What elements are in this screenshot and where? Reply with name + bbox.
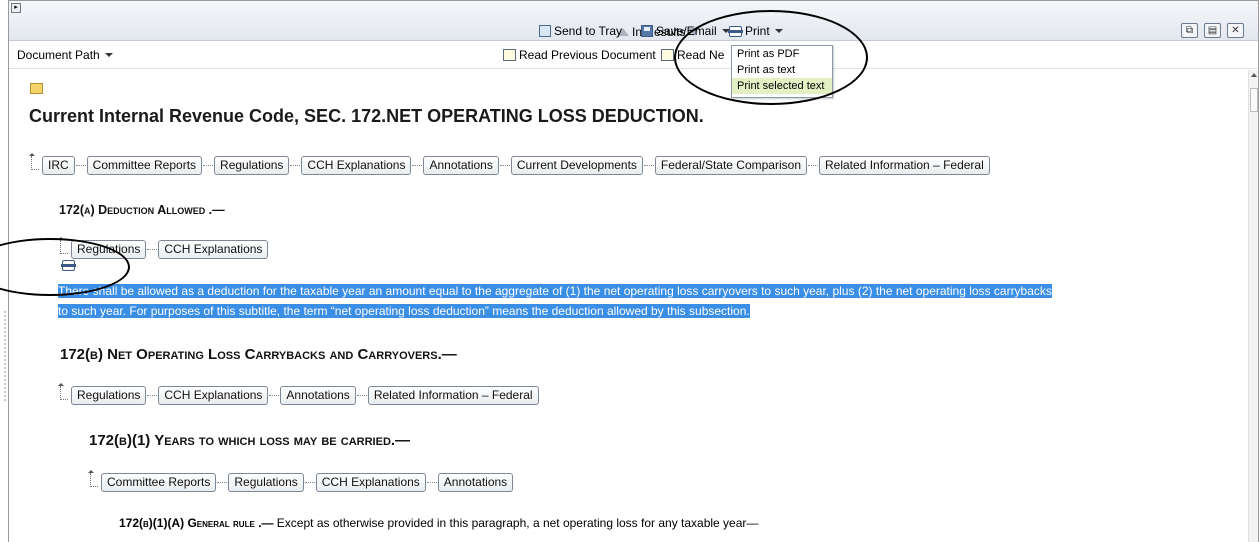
link-annotations[interactable]: Annotations [280,386,356,405]
restore-window-icon[interactable]: ⧉ [1181,23,1198,38]
menu-item-print-as-text[interactable]: Print as text [732,62,832,78]
scrollbar-thumb[interactable] [1250,88,1258,112]
top-links-row: IRC Committee Reports Regulations CCH Ex… [29,152,990,175]
back-to-top-icon[interactable] [58,382,68,400]
read-next-label: Read Ne [677,48,725,62]
vertical-scrollbar[interactable] [1248,70,1258,542]
selected-text-line-1: There shall be allowed as a deduction fo… [58,284,1052,298]
send-to-tray-button[interactable]: Send to Tray [539,24,622,38]
save-email-label: Save/Email [656,24,717,38]
menu-item-print-selected-text[interactable]: Print selected text [732,78,832,94]
selected-paragraph: There shall be allowed as a deduction fo… [58,281,1247,321]
panel-resize-handle[interactable] [4,311,8,401]
print-label: Print [745,24,770,38]
back-to-top-icon[interactable] [58,236,68,254]
next-document-icon [661,49,674,61]
menu-item-print-as-pdf[interactable]: Print as PDF [732,46,832,62]
link-regulations[interactable]: Regulations [71,386,147,405]
link-annotations[interactable]: Annotations [423,156,499,175]
selected-text-line-2: to such year. For purposes of this subti… [58,304,750,318]
folder-icon[interactable] [30,83,43,94]
section-172b1-links: Committee Reports Regulations CCH Explan… [88,469,514,492]
chevron-down-icon [774,29,783,33]
save-disk-icon [641,25,653,37]
link-regulations[interactable]: Regulations [71,240,147,259]
link-related-information-federal[interactable]: Related Information – Federal [819,156,990,175]
section-172b-heading: 172(b) Net Operating Loss Carrybacks and… [60,346,457,363]
section-172a-links: Regulations CCH Explanations [58,236,269,259]
link-cch-explanations[interactable]: CCH Explanations [315,473,426,492]
link-regulations[interactable]: Regulations [228,473,304,492]
document-title: Current Internal Revenue Code, SEC. 172.… [29,106,704,126]
close-window-icon[interactable]: ✕ [1227,23,1244,38]
section-172b1-heading: 172(b)(1) Years to which loss may be car… [89,432,411,449]
send-to-tray-label: Send to Tray [554,24,623,38]
section-172b1a-text: Except as otherwise provided in this par… [276,516,759,530]
printer-icon [728,25,743,37]
link-current-developments[interactable]: Current Developments [510,156,643,175]
link-related-information-federal[interactable]: Related Information – Federal [367,386,539,405]
collapse-panel-icon[interactable]: ▸ [11,3,21,13]
document-path-dropdown[interactable]: Document Path [17,48,113,62]
maximize-window-icon[interactable]: ▤ [1204,23,1221,38]
read-previous-label: Read Previous Document [519,48,656,62]
link-committee-reports[interactable]: Committee Reports [86,156,203,175]
back-to-top-icon[interactable] [88,469,98,487]
back-to-top-icon[interactable] [29,152,39,170]
link-annotations[interactable]: Annotations [437,473,514,492]
print-dropdown-menu: Print as PDF Print as text Print selecte… [731,45,833,98]
chevron-down-icon [104,53,113,57]
read-previous-document-button[interactable]: Read Previous Document [503,48,656,62]
link-cch-explanations[interactable]: CCH Explanations [301,156,412,175]
document-bar: Document Path Read Previous Document Rea… [9,41,1258,69]
section-172b1a-heading: 172(b)(1)(A) General rule .— [119,516,274,530]
document-viewer-window: ▸ In Results Send to Tray Save/Email Pri… [4,0,1259,542]
save-email-button[interactable]: Save/Email [641,24,730,38]
document-content: Current Internal Revenue Code, SEC. 172.… [9,70,1247,542]
link-irc[interactable]: IRC [42,156,75,175]
link-regulations[interactable]: Regulations [214,156,290,175]
tray-icon [539,25,551,37]
section-172b-links: Regulations CCH Explanations Annotations… [58,382,539,405]
previous-document-icon [503,49,516,61]
link-cch-explanations[interactable]: CCH Explanations [158,240,269,259]
scroll-up-arrow-icon[interactable] [1250,73,1257,77]
print-button[interactable]: Print [728,24,783,38]
link-committee-reports[interactable]: Committee Reports [101,473,217,492]
document-path-label: Document Path [17,48,100,62]
read-next-document-button[interactable]: Read Ne [661,48,724,62]
link-cch-explanations[interactable]: CCH Explanations [158,386,269,405]
link-federal-state-comparison[interactable]: Federal/State Comparison [654,156,807,175]
top-toolbar: ▸ In Results Send to Tray Save/Email Pri… [9,1,1258,41]
section-172b1a: 172(b)(1)(A) General rule .— Except as o… [119,516,758,530]
print-section-icon[interactable] [61,260,76,271]
section-172a-heading: 172(a) Deduction Allowed .— [59,203,225,217]
